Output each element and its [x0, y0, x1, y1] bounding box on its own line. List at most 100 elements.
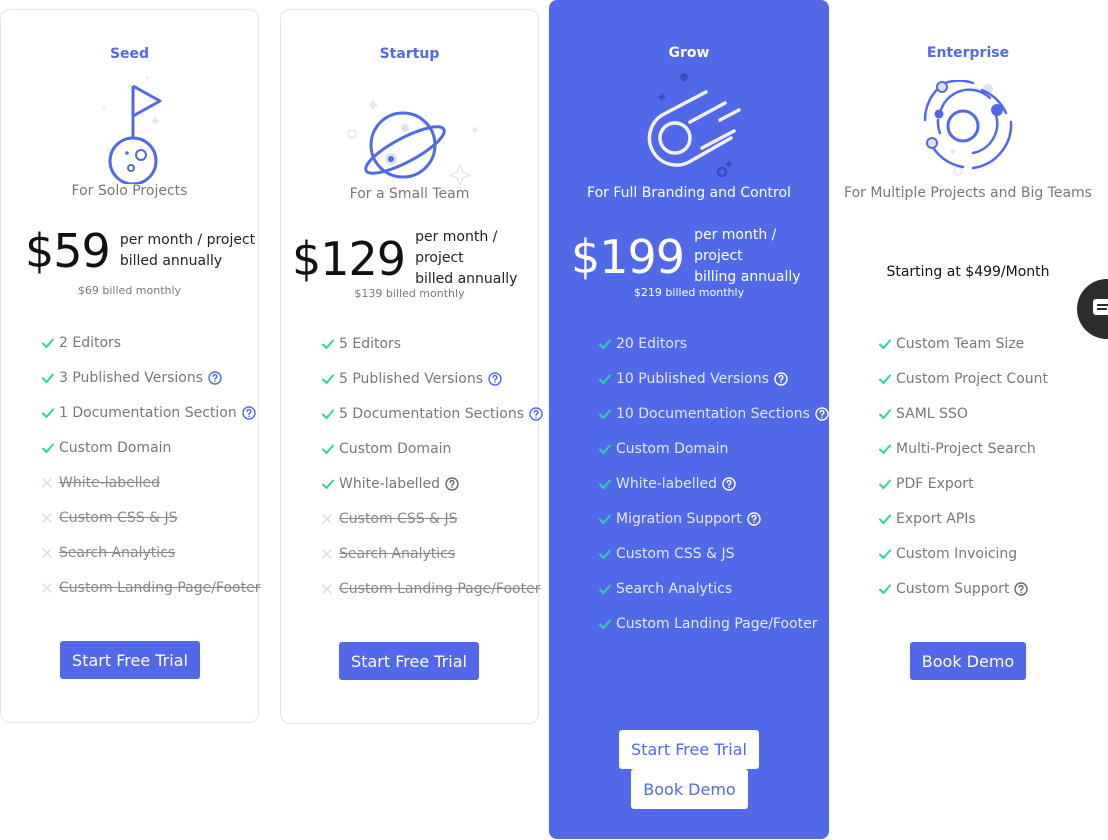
feature-item: Custom Domain — [598, 431, 829, 466]
plan-subtitle: For Full Branding and Control — [587, 185, 791, 201]
cross-icon — [41, 477, 57, 489]
help-icon[interactable] — [529, 406, 543, 421]
billing-period: billing annually — [694, 269, 801, 285]
feature-label: Custom Domain — [59, 439, 172, 456]
feature-item: White-labelled — [321, 466, 543, 501]
check-icon — [878, 408, 894, 420]
price-unit: per month / project — [415, 229, 498, 266]
feature-item: 2 Editors — [41, 325, 260, 360]
help-icon[interactable] — [1014, 581, 1029, 596]
feature-label: 10 Published Versions — [616, 370, 769, 387]
feature-label: 20 Editors — [616, 335, 687, 352]
feature-item: 20 Editors — [598, 326, 829, 361]
feature-label: Search Analytics — [339, 545, 456, 562]
cross-icon — [41, 582, 57, 594]
feature-list: 20 Editors 10 Published Versions 10 Docume… — [598, 326, 829, 641]
feature-label: Search Analytics — [616, 580, 733, 597]
cross-icon — [321, 513, 337, 525]
start-free-trial-button[interactable]: Start Free Trial — [339, 642, 479, 680]
feature-item: Custom CSS & JS — [598, 536, 829, 571]
plan-card-startup: Startup For a Small Team $129 per month … — [280, 9, 543, 724]
feature-label: Custom Support — [896, 580, 1010, 597]
cross-icon — [41, 512, 57, 524]
feature-label: White-labelled — [616, 475, 718, 492]
check-icon — [321, 373, 337, 385]
feature-label: Custom Team Size — [896, 335, 1025, 352]
feature-item: Custom Team Size — [878, 326, 1048, 361]
check-icon — [41, 407, 57, 419]
help-icon[interactable] — [242, 405, 256, 420]
feature-item: Search Analytics — [598, 571, 829, 606]
plan-price: $59 — [25, 224, 111, 278]
feature-item: Custom Landing Page/Footer — [41, 570, 260, 605]
feature-label: White-labelled — [59, 474, 161, 491]
check-icon — [598, 583, 614, 595]
help-icon[interactable] — [208, 370, 222, 385]
cross-icon — [321, 583, 337, 595]
start-free-trial-button[interactable]: Start Free Trial — [619, 730, 759, 769]
feature-item: Migration Support — [598, 501, 829, 536]
feature-label: Custom Landing Page/Footer — [59, 579, 261, 596]
monthly-price: $219 billed monthly — [633, 286, 745, 299]
plan-price: $199 — [571, 229, 685, 284]
feature-item: Custom Landing Page/Footer — [598, 606, 829, 641]
feature-label: 5 Editors — [339, 335, 402, 352]
help-icon[interactable] — [722, 476, 736, 491]
check-icon — [41, 372, 57, 384]
help-icon[interactable] — [815, 406, 829, 421]
help-icon[interactable] — [488, 371, 502, 386]
feature-item: 5 Published Versions — [321, 361, 543, 396]
help-icon[interactable] — [747, 511, 761, 526]
feature-item: 5 Editors — [321, 326, 543, 361]
feature-label: SAML SSO — [896, 405, 968, 422]
feature-label: Custom CSS & JS — [616, 545, 735, 562]
comet-icon — [647, 73, 741, 178]
check-icon — [321, 478, 337, 490]
help-icon[interactable] — [774, 371, 788, 386]
check-icon — [598, 478, 614, 490]
flag-planet-icon — [102, 76, 161, 184]
feature-item: Search Analytics — [321, 536, 543, 571]
check-icon — [878, 338, 894, 350]
feature-item: PDF Export — [878, 466, 1048, 501]
feature-item: Custom Domain — [321, 431, 543, 466]
feature-item: 5 Documentation Sections — [321, 396, 543, 431]
feature-label: PDF Export — [896, 475, 974, 492]
start-free-trial-button[interactable]: Start Free Trial — [60, 641, 200, 679]
feature-label: White-labelled — [339, 475, 441, 492]
check-icon — [878, 443, 894, 455]
feature-label: Custom Domain — [616, 440, 729, 457]
cross-icon — [41, 547, 57, 559]
feature-list: Custom Team Size Custom Project Count SAML… — [878, 326, 1048, 606]
check-icon — [598, 513, 614, 525]
price-unit: per month / project — [119, 232, 256, 248]
feature-item: Multi-Project Search — [878, 431, 1048, 466]
feature-label: Custom CSS & JS — [59, 509, 178, 526]
check-icon — [598, 373, 614, 385]
plan-name: Enterprise — [926, 45, 1010, 61]
feature-item: Search Analytics — [41, 535, 260, 570]
solar-system-icon — [923, 80, 1013, 176]
book-demo-button[interactable]: Book Demo — [910, 642, 1026, 680]
check-icon — [41, 337, 57, 349]
plan-name: Grow — [668, 45, 710, 61]
feature-list: 5 Editors 5 Published Versions 5 Documenta… — [321, 326, 543, 606]
book-demo-button[interactable]: Book Demo — [631, 769, 748, 809]
help-icon[interactable] — [445, 476, 459, 491]
feature-label: Custom Invoicing — [896, 545, 1018, 562]
check-icon — [41, 442, 57, 454]
feature-label: Custom Project Count — [896, 370, 1049, 387]
check-icon — [598, 443, 614, 455]
check-icon — [878, 548, 894, 560]
check-icon — [878, 373, 894, 385]
feature-list: 2 Editors 3 Published Versions 1 Documenta… — [41, 325, 260, 605]
feature-item: White-labelled — [598, 466, 829, 501]
check-icon — [321, 338, 337, 350]
starting-price: Starting at $499/Month — [886, 264, 1050, 280]
monthly-price: $139 billed monthly — [354, 287, 465, 300]
plan-card-grow: Grow For Full Branding and Control $199 … — [549, 0, 829, 839]
feature-label: Custom Domain — [339, 440, 452, 457]
feature-label: 2 Editors — [59, 334, 122, 351]
feature-item: Custom Domain — [41, 430, 260, 465]
cross-icon — [321, 548, 337, 560]
